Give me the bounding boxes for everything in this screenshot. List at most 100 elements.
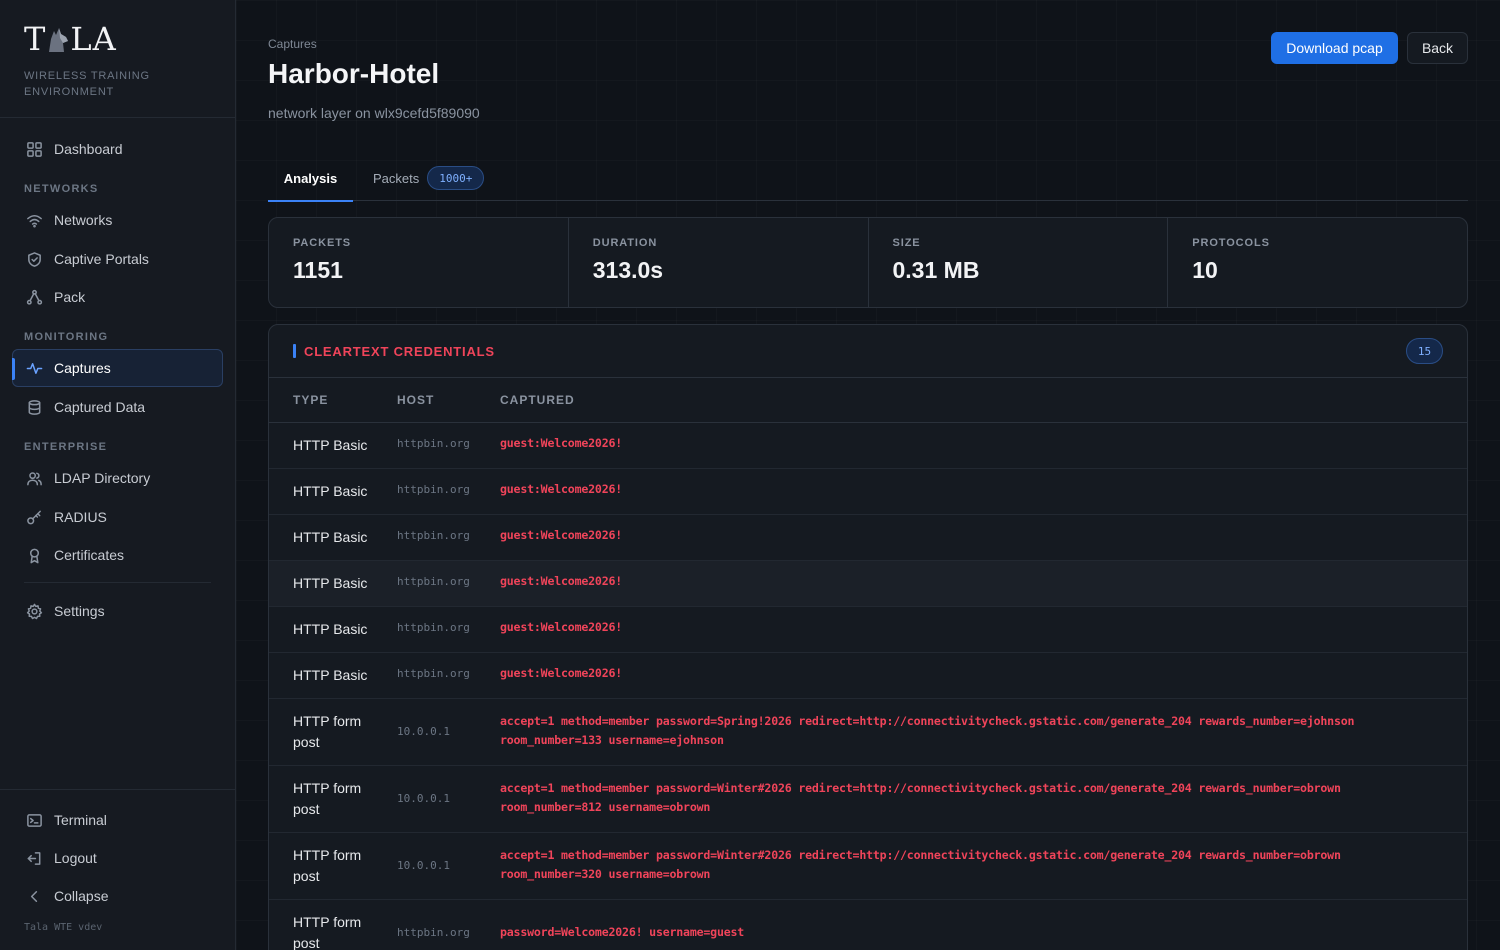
stat-duration: DURATION 313.0s — [569, 218, 869, 307]
stat-size: SIZE 0.31 MB — [869, 218, 1169, 307]
stat-protocols: PROTOCOLS 10 — [1168, 218, 1467, 307]
cell-type: HTTP Basic — [293, 437, 368, 453]
sidebar-item-label: Collapse — [54, 888, 109, 904]
cell-type: HTTP Basic — [293, 575, 368, 591]
cell-type: HTTP Basic — [293, 621, 368, 637]
panel-header: CLEARTEXT CREDENTIALS 15 — [269, 325, 1467, 378]
stat-value: 313.0s — [592, 257, 664, 283]
sidebar-item-logout[interactable]: Logout — [12, 839, 223, 877]
sidebar-item-captures[interactable]: Captures — [12, 349, 223, 387]
tala-logo[interactable]: T LA — [24, 22, 224, 56]
sidebar-item-captive-portals[interactable]: Captive Portals — [12, 240, 223, 278]
terminal-icon — [25, 811, 43, 829]
sidebar-item-label: Pack — [54, 289, 86, 305]
sidebar-item-dashboard[interactable]: Dashboard — [12, 130, 223, 168]
breadcrumb[interactable]: Captures — [268, 37, 317, 51]
packets-count-badge: 1000+ — [427, 166, 485, 190]
sidebar-item-radius[interactable]: RADIUS — [12, 498, 223, 536]
sidebar-item-label: Dashboard — [54, 141, 123, 157]
cell-captured: accept=1 method=member password=Spring!2… — [500, 714, 1355, 747]
shield-check-icon — [25, 250, 43, 268]
logout-icon — [25, 849, 43, 867]
tab-packets[interactable]: Packets 1000+ — [373, 155, 485, 201]
cell-type: HTTP Basic — [293, 529, 368, 545]
sidebar-item-label: Settings — [54, 603, 105, 619]
cell-host: httpbin.org — [397, 926, 470, 939]
logo-text-left: T — [24, 20, 47, 58]
stat-label: DURATION — [592, 237, 658, 249]
table-row[interactable]: HTTP Basic httpbin.org guest:Welcome2026… — [269, 423, 1467, 469]
sidebar-item-label: LDAP Directory — [54, 470, 151, 486]
cell-captured: guest:Welcome2026! — [500, 666, 623, 680]
award-certificate-icon — [25, 546, 43, 564]
table-header: TYPE HOST CAPTURED — [269, 378, 1467, 423]
nav-section-monitoring: MONITORING — [24, 331, 109, 343]
stat-packets: PACKETS 1151 — [269, 218, 569, 307]
cell-type: HTTP Basic — [293, 483, 368, 499]
sidebar-collapse-button[interactable]: Collapse — [12, 877, 223, 915]
cell-host: 10.0.0.1 — [397, 859, 450, 872]
brand: T LA WIRELESS TRAINING ENVIRONMENT — [24, 22, 224, 100]
share-nodes-icon — [25, 288, 43, 306]
table-row[interactable]: HTTP form post 10.0.0.1 accept=1 method=… — [269, 699, 1467, 766]
app-version: Tala WTE vdev — [24, 922, 103, 933]
sidebar-item-label: Captured Data — [54, 399, 146, 415]
tagline: WIRELESS TRAINING ENVIRONMENT — [24, 70, 150, 98]
nav-section-networks: NETWORKS — [24, 183, 99, 195]
sidebar-item-label: Logout — [54, 850, 97, 866]
capture-tabs: Analysis Packets 1000+ — [268, 155, 1468, 202]
table-row[interactable]: HTTP form post httpbin.org password=Welc… — [269, 900, 1467, 950]
cell-type: HTTP Basic — [293, 667, 368, 683]
sidebar-item-label: Terminal — [54, 812, 107, 828]
tab-analysis[interactable]: Analysis — [268, 155, 353, 202]
users-icon — [25, 469, 43, 487]
sidebar-item-certificates[interactable]: Certificates — [12, 536, 223, 574]
stat-label: PROTOCOLS — [1192, 237, 1270, 249]
sidebar-divider — [0, 789, 235, 790]
back-button[interactable]: Back — [1407, 32, 1468, 64]
stat-value: 0.31 MB — [892, 257, 980, 283]
download-pcap-button[interactable]: Download pcap — [1271, 32, 1398, 64]
sidebar-item-label: RADIUS — [54, 509, 107, 525]
sidebar-divider — [0, 117, 235, 118]
sidebar-item-label: Captures — [54, 360, 111, 376]
gear-icon — [25, 602, 43, 620]
cell-host: httpbin.org — [397, 529, 470, 542]
cell-captured: guest:Welcome2026! — [500, 482, 623, 496]
chevron-left-icon — [25, 887, 43, 905]
wolf-logo-icon — [49, 28, 69, 52]
page-title: Harbor-Hotel — [268, 58, 440, 89]
table-row[interactable]: HTTP Basic httpbin.org guest:Welcome2026… — [269, 653, 1467, 699]
column-header-captured: CAPTURED — [500, 393, 575, 407]
sidebar-item-label: Captive Portals — [54, 251, 149, 267]
sidebar-item-captured-data[interactable]: Captured Data — [12, 388, 223, 426]
cell-host: httpbin.org — [397, 575, 470, 588]
table-row[interactable]: HTTP Basic httpbin.org guest:Welcome2026… — [269, 515, 1467, 561]
sidebar-item-terminal[interactable]: Terminal — [12, 801, 223, 839]
activity-pulse-icon — [25, 359, 43, 377]
sidebar-item-pack[interactable]: Pack — [12, 278, 223, 316]
table-row[interactable]: HTTP Basic httpbin.org guest:Welcome2026… — [269, 469, 1467, 515]
sidebar-divider — [24, 582, 211, 583]
table-row[interactable]: HTTP Basic httpbin.org guest:Welcome2026… — [269, 561, 1467, 607]
table-row[interactable]: HTTP form post 10.0.0.1 accept=1 method=… — [269, 766, 1467, 833]
cell-host: httpbin.org — [397, 437, 470, 450]
cell-type: HTTP form post — [293, 713, 362, 750]
cell-host: httpbin.org — [397, 621, 470, 634]
page-subtitle: network layer on wlx9cefd5f89090 — [268, 105, 480, 121]
tab-label: Analysis — [283, 170, 338, 186]
cell-captured: password=Welcome2026! username=guest — [500, 925, 745, 939]
table-row[interactable]: HTTP Basic httpbin.org guest:Welcome2026… — [269, 607, 1467, 653]
cell-captured: guest:Welcome2026! — [500, 436, 623, 450]
main-content: Captures Harbor-Hotel network layer on w… — [236, 0, 1500, 950]
stat-value: 1151 — [293, 257, 343, 283]
sidebar-item-settings[interactable]: Settings — [12, 592, 223, 630]
panel-accent-bar — [293, 344, 296, 358]
nav-section-enterprise: ENTERPRISE — [24, 441, 108, 453]
stat-value: 10 — [1192, 257, 1218, 283]
stat-label: SIZE — [892, 237, 921, 249]
sidebar-item-ldap-directory[interactable]: LDAP Directory — [12, 459, 223, 497]
sidebar-item-networks[interactable]: Networks — [12, 201, 223, 239]
table-row[interactable]: HTTP form post 10.0.0.1 accept=1 method=… — [269, 833, 1467, 900]
key-icon — [25, 508, 43, 526]
